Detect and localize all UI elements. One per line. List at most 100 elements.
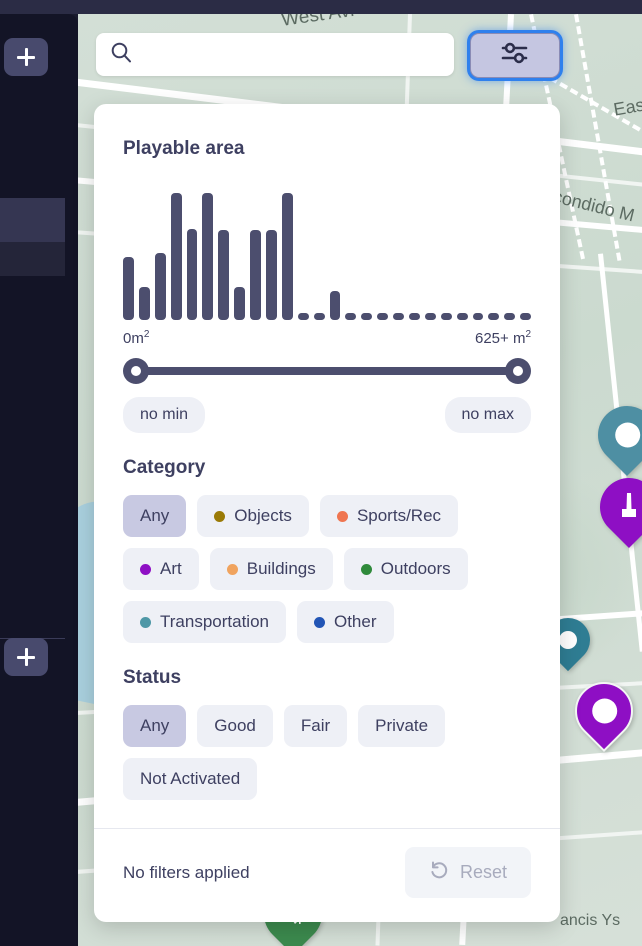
reset-button[interactable]: Reset [404, 847, 531, 898]
chip-label: Other [333, 612, 377, 631]
chip-status-good[interactable]: Good [197, 705, 273, 747]
histogram-bar [266, 229, 277, 320]
chip-label: Transportation [160, 612, 269, 631]
histogram-bar [154, 253, 166, 320]
chip-label: Any [140, 506, 170, 525]
histogram-bar [138, 287, 150, 320]
chip-label: Private [375, 716, 429, 735]
sliders-icon [500, 40, 530, 71]
range-max-pill: no max [444, 397, 531, 433]
histogram-bar [313, 313, 325, 320]
slider-track[interactable] [131, 367, 523, 375]
chip-label: Objects [234, 506, 292, 525]
sidebar-add-button-top[interactable] [4, 38, 48, 76]
sidebar-add-button-bottom[interactable] [4, 638, 48, 676]
range-min-pill: no min [123, 397, 206, 433]
playable-area-histogram [123, 186, 532, 320]
histogram-bar [424, 313, 436, 320]
search-icon [96, 41, 142, 68]
category-color-dot [360, 563, 372, 575]
map-label: ancis Ys [560, 912, 621, 929]
category-chip-group: Any Objects Sports/Rec Art Buildings Outdoors… [123, 495, 531, 643]
category-color-dot [226, 563, 238, 575]
range-max-label: 625+ m2 [474, 329, 531, 347]
histogram-bar [361, 313, 373, 320]
category-section: Category Any Objects Sports/Rec Art Building… [123, 457, 531, 643]
filter-status-text: No filters applied [123, 862, 250, 882]
category-color-dot [140, 563, 151, 575]
playable-area-title: Playable area [123, 138, 245, 159]
histogram-bar [234, 287, 246, 320]
histogram-bar [504, 313, 516, 320]
chip-status-fair[interactable]: Fair [283, 705, 348, 747]
map-pin-tower-icon [620, 493, 638, 521]
sidebar-row[interactable] [0, 242, 65, 276]
histogram-bar [186, 228, 198, 320]
histogram-bar [488, 313, 500, 320]
filter-panel: Playable area 0m2 625+ m2 no min no max … [94, 104, 560, 922]
plus-icon [17, 48, 35, 66]
slider-knob-max[interactable] [505, 358, 531, 384]
histogram-bar [218, 229, 230, 320]
histogram-bar [170, 193, 182, 320]
left-sidebar [0, 14, 78, 946]
app-root: West Avi Eas condido M ve ancis Ys [0, 0, 642, 946]
undo-icon [429, 860, 449, 885]
chip-label: Art [160, 559, 182, 578]
chip-label: Good [214, 716, 256, 735]
chip-label: Any [140, 716, 170, 735]
chip-status-any[interactable]: Any [123, 705, 187, 747]
search-input[interactable] [142, 33, 454, 76]
chip-category-buildings[interactable]: Buildings [209, 548, 333, 590]
chip-category-other[interactable]: Other [296, 601, 394, 643]
histogram-bar [297, 313, 309, 320]
chip-category-any[interactable]: Any [123, 495, 187, 537]
category-color-dot [214, 510, 226, 522]
category-title: Category [123, 457, 206, 478]
slider-knob-min[interactable] [123, 358, 149, 384]
filter-panel-body: Playable area 0m2 625+ m2 no min no max … [94, 138, 560, 800]
chip-category-art[interactable]: Art [123, 548, 199, 590]
histogram-bar [472, 313, 484, 320]
status-chip-group: Any Good Fair Private Not Activated [123, 705, 531, 800]
category-color-dot [140, 616, 151, 628]
chip-category-objects[interactable]: Objects [197, 495, 309, 537]
search-bar[interactable] [96, 33, 454, 76]
histogram-bar [440, 313, 452, 320]
histogram-bar [202, 193, 214, 320]
histogram-bar [520, 313, 532, 320]
histogram-bar [123, 256, 134, 320]
window-top-strip [0, 0, 642, 14]
map-pin-dot [614, 422, 640, 448]
chip-category-outdoors[interactable]: Outdoors [343, 548, 468, 590]
histogram-bar [456, 313, 468, 320]
map-pin-dot [591, 698, 617, 724]
playable-area-range-slider[interactable] [123, 358, 531, 384]
chip-label: Sports/Rec [356, 506, 442, 525]
filter-panel-footer: No filters applied Reset [94, 828, 560, 922]
plus-icon [17, 648, 35, 666]
chip-label: Fair [300, 716, 331, 735]
map-pin-dot [559, 631, 577, 649]
status-section: Status Any Good Fair Private Not Activated [123, 667, 531, 800]
map-label: Eas [612, 94, 642, 120]
histogram-bar [345, 313, 357, 320]
chip-label: Buildings [246, 559, 316, 578]
histogram-bar [281, 193, 293, 320]
histogram-bar [250, 229, 262, 320]
chip-status-private[interactable]: Private [358, 705, 446, 747]
range-axis-labels: 0m2 625+ m2 [123, 329, 531, 347]
status-title: Status [123, 667, 182, 688]
filter-toggle-button[interactable] [470, 33, 560, 78]
chip-status-not-activated[interactable]: Not Activated [123, 758, 258, 800]
chip-label: Outdoors [380, 559, 451, 578]
sidebar-row-highlighted[interactable] [0, 198, 65, 242]
range-value-pills: no min no max [123, 397, 531, 433]
chip-category-sports-rec[interactable]: Sports/Rec [319, 495, 459, 537]
chip-category-transportation[interactable]: Transportation [123, 601, 286, 643]
reset-button-label: Reset [459, 862, 507, 882]
histogram-bar [409, 313, 420, 320]
range-min-label: 0m2 [123, 329, 150, 347]
category-color-dot [336, 510, 348, 522]
category-color-dot [313, 616, 325, 628]
